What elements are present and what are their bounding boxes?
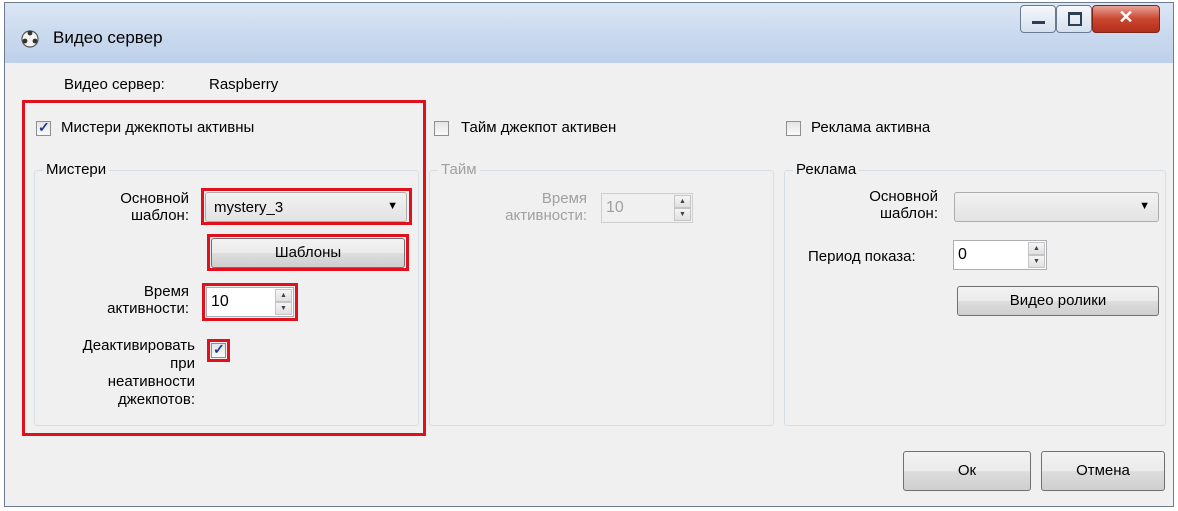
close-icon: ✕	[1118, 7, 1134, 27]
ads-template-label: Основной шаблон:	[869, 188, 938, 222]
spin-up-icon[interactable]: ▲	[674, 195, 691, 208]
ads-template-select[interactable]: ▼	[954, 192, 1159, 222]
close-button[interactable]: ✕	[1092, 5, 1160, 33]
spin-down-icon[interactable]: ▼	[1028, 255, 1045, 268]
highlight-deactivate-checkbox	[207, 339, 230, 362]
time-group-title: Тайм	[438, 161, 480, 178]
minimize-icon	[1032, 21, 1045, 24]
window-title: Видео сервер	[53, 28, 163, 47]
time-active-checkbox[interactable]	[434, 121, 449, 136]
ads-active-label: Реклама активна	[811, 119, 931, 136]
app-icon	[21, 30, 39, 48]
period-stepper[interactable]: 0 ▲ ▼	[953, 240, 1047, 270]
cancel-button[interactable]: Отмена	[1041, 451, 1165, 491]
ads-group-title: Реклама	[793, 161, 860, 178]
time-active-label: Тайм джекпот активен	[461, 119, 617, 136]
highlight-templates-button	[207, 234, 409, 271]
minimize-button[interactable]	[1020, 5, 1056, 33]
title-bar[interactable]: Видео сервер ✕	[5, 3, 1173, 63]
time-time-value: 10	[606, 199, 624, 216]
time-time-stepper[interactable]: 10 ▲ ▼	[601, 193, 693, 223]
spin-up-icon[interactable]: ▲	[1028, 242, 1045, 255]
server-label: Видео сервер:	[64, 76, 165, 93]
period-value: 0	[958, 246, 967, 263]
highlight-template-select	[201, 188, 412, 225]
period-label: Период показа:	[808, 248, 916, 265]
dialog-body: Видео сервер: Raspberry Мистери джекпоты…	[5, 63, 1173, 506]
ads-active-checkbox[interactable]	[786, 121, 801, 136]
chevron-down-icon: ▼	[1139, 200, 1150, 212]
spin-down-icon[interactable]: ▼	[674, 208, 691, 221]
videos-button[interactable]: Видео ролики	[957, 286, 1159, 316]
time-time-label: Время активности:	[505, 190, 587, 224]
dialog-window: Видео сервер ✕ Видео сервер: Raspberry М…	[4, 2, 1174, 507]
maximize-icon	[1068, 12, 1082, 26]
server-name: Raspberry	[209, 76, 279, 93]
maximize-button[interactable]	[1056, 5, 1092, 33]
ok-button[interactable]: Ок	[903, 451, 1031, 491]
highlight-time-stepper	[202, 283, 298, 321]
